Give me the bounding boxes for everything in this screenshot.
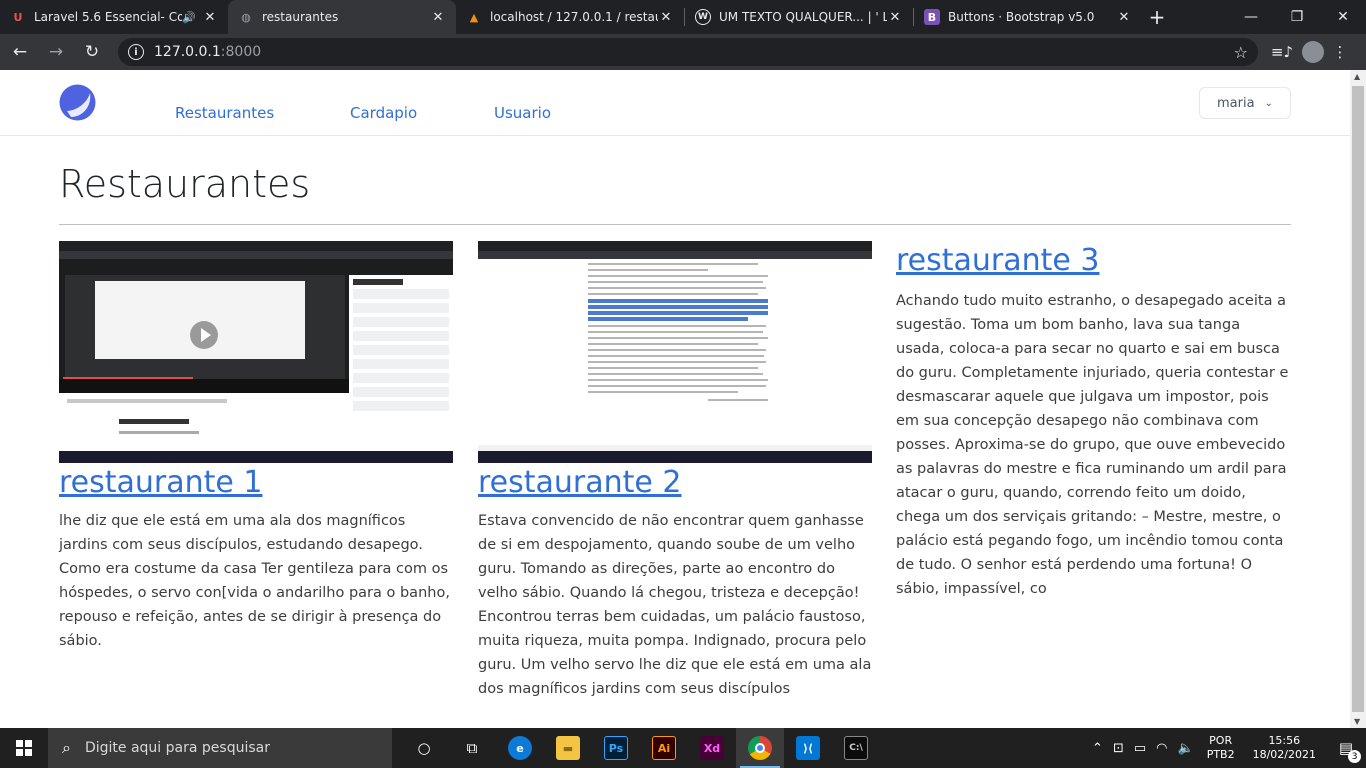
notification-count: 3 [1348,750,1362,763]
restaurant-title-link[interactable]: restaurante 1 [59,463,453,503]
user-dropdown[interactable]: maria ⌄ [1199,87,1291,119]
page-title: Restaurantes [59,162,311,206]
language-indicator[interactable]: POR PTB2 [1207,734,1235,762]
menu-kebab-icon[interactable]: ⋮ [1324,36,1356,68]
clock-date: 18/02/2021 [1252,748,1316,761]
tab-title: Buttons · Bootstrap v5.0 [948,10,1095,24]
browser-tab-restaurantes[interactable]: ◍ restaurantes ✕ [228,0,456,34]
restaurant-description: Estava convencido de não encontrar quem … [478,513,872,697]
reload-icon[interactable]: ↻ [76,36,108,68]
phpmyadmin-icon: ▲ [469,10,479,24]
globe-icon: ◍ [241,10,251,24]
system-tray: ⌃ ⊡ ▭ ◠ 🔈 POR PTB2 15:56 18/02/2021 ▤ 3 [1087,728,1366,768]
edge-icon[interactable]: e [496,728,544,768]
nav-link-usuario[interactable]: Usuario [494,104,551,122]
browser-tab-udemy[interactable]: U Laravel 5.6 Essencial- Com 🔊 ✕ [0,0,228,34]
language-code: POR [1209,734,1233,747]
new-tab-button[interactable]: + [1142,0,1172,34]
terminal-icon[interactable]: C:\ [832,728,880,768]
restaurant-description: Achando tudo muito estranho, o desapegad… [896,293,1289,597]
restaurant-image[interactable] [59,241,453,463]
scroll-down-icon[interactable]: ▼ [1354,717,1360,726]
app-navbar: Restaurantes Cardapio Usuario maria ⌄ [0,70,1350,136]
site-info-icon[interactable]: i [128,44,144,60]
tab-title: restaurantes [262,10,339,24]
close-tab-icon[interactable]: ✕ [658,9,674,25]
speaker-icon[interactable]: 🔊 [182,11,196,24]
page-scrollbar[interactable]: ▲ ▼ [1350,70,1366,728]
close-tab-icon[interactable]: ✕ [1116,9,1132,25]
nav-link-cardapio[interactable]: Cardapio [350,104,417,122]
tab-title: localhost / 127.0.0.1 / restaur [490,10,658,24]
bookmark-star-icon[interactable]: ☆ [1234,43,1248,62]
close-window-icon[interactable]: ✕ [1320,0,1366,34]
forward-icon[interactable]: → [40,36,72,68]
restaurant-image[interactable] [478,241,872,463]
search-icon: ⌕ [62,738,71,757]
chevron-down-icon: ⌄ [1264,97,1273,109]
url-port: :8000 [220,44,262,60]
chevron-up-icon[interactable]: ⌃ [1092,741,1103,756]
notification-center-icon[interactable]: ▤ 3 [1326,728,1366,768]
restaurant-description: lhe diz que ele está em uma ala dos magn… [59,513,450,649]
browser-tab-strip: U Laravel 5.6 Essencial- Com 🔊 ✕ ◍ resta… [0,0,1366,34]
browser-toolbar: ← → ↻ i 127.0.0.1:8000 ☆ ≡♪ ⋮ [0,34,1366,70]
keyboard-layout: PTB2 [1206,748,1235,761]
udemy-icon: U [13,10,23,24]
restaurant-title-link[interactable]: restaurante 3 [896,241,1290,281]
restaurant-title-link[interactable]: restaurante 2 [478,463,872,503]
volume-icon[interactable]: 🔈 [1178,741,1194,756]
scrollbar-thumb[interactable] [1352,86,1364,712]
restaurant-card: restaurante 3 Achando tudo muito estranh… [896,241,1290,601]
taskbar-apps: ○ ⧉ e ▬ Ps Ai Xd ⟩⟨ C:\ [400,728,880,768]
url-host: 127.0.0.1 [154,44,221,60]
restaurant-card: restaurante 1 lhe diz que ele está em um… [59,241,453,653]
windows-logo-icon [16,740,32,756]
bootstrap-icon: B [924,9,940,25]
play-icon [190,321,218,349]
window-controls: — ❐ ✕ [1228,0,1366,34]
nav-link-restaurantes[interactable]: Restaurantes [175,104,274,122]
restore-icon[interactable]: ❐ [1274,0,1320,34]
wordpress-icon: W [695,9,711,25]
browser-tab-wordpress[interactable]: W UM TEXTO QUALQUER... | ' Lua ✕ [685,0,913,34]
close-tab-icon[interactable]: ✕ [202,9,218,25]
file-explorer-icon[interactable]: ▬ [544,728,592,768]
task-view-icon[interactable]: ⧉ [448,728,496,768]
app-logo-icon[interactable] [59,84,96,121]
divider [59,224,1291,225]
user-name: maria [1217,95,1255,111]
tab-title: UM TEXTO QUALQUER... | ' Lua [719,10,887,24]
toolbar-actions: ≡♪ ⋮ [1266,36,1356,68]
photoshop-icon[interactable]: Ps [592,728,640,768]
windows-taskbar: ⌕ Digite aqui para pesquisar ○ ⧉ e ▬ Ps … [0,728,1366,768]
tab-title: Laravel 5.6 Essencial- Com [34,10,183,24]
address-bar[interactable]: i 127.0.0.1:8000 ☆ [118,38,1258,66]
illustrator-icon[interactable]: Ai [640,728,688,768]
scroll-up-icon[interactable]: ▲ [1354,72,1360,81]
close-tab-icon[interactable]: ✕ [887,9,903,25]
browser-tab-phpmyadmin[interactable]: ▲ localhost / 127.0.0.1 / restaur ✕ [456,0,684,34]
taskbar-clock[interactable]: 15:56 18/02/2021 [1253,734,1316,762]
page-viewport: Restaurantes Cardapio Usuario maria ⌄ Re… [0,70,1350,728]
battery-icon[interactable]: ▭ [1134,741,1146,756]
device-icon[interactable]: ⊡ [1113,741,1124,756]
media-control-icon[interactable]: ≡♪ [1266,36,1298,68]
clock-time: 15:56 [1268,734,1301,747]
profile-avatar[interactable] [1302,41,1324,63]
windows-start-button[interactable] [0,728,48,768]
taskbar-search[interactable]: ⌕ Digite aqui para pesquisar [48,728,392,768]
search-placeholder: Digite aqui para pesquisar [84,740,270,756]
back-icon[interactable]: ← [4,36,36,68]
browser-tab-bootstrap[interactable]: B Buttons · Bootstrap v5.0 ✕ [914,0,1142,34]
close-tab-icon[interactable]: ✕ [430,9,446,25]
restaurant-card: restaurante 2 Estava convencido de não e… [478,241,872,701]
vscode-icon[interactable]: ⟩⟨ [784,728,832,768]
cortana-icon[interactable]: ○ [400,728,448,768]
chrome-icon[interactable] [736,728,784,768]
adobe-xd-icon[interactable]: Xd [688,728,736,768]
minimize-icon[interactable]: — [1228,0,1274,34]
wifi-icon[interactable]: ◠ [1156,741,1167,756]
